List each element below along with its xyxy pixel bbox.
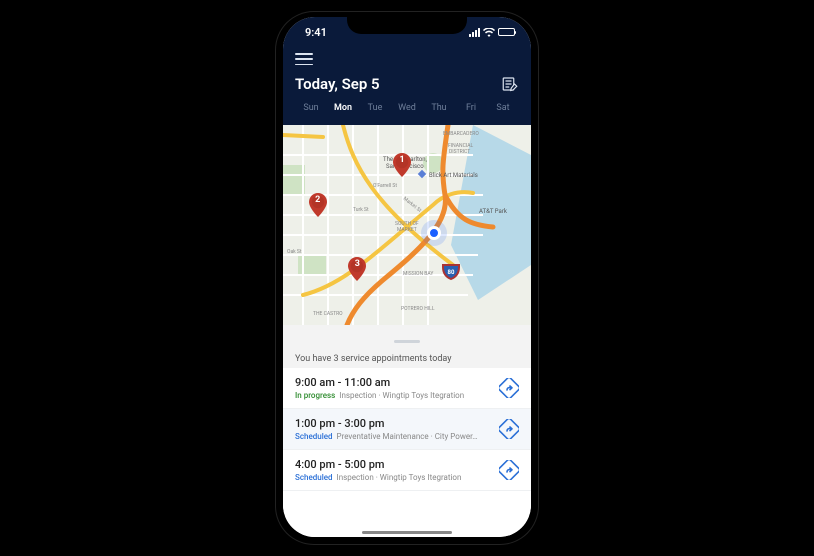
appointment-time: 4:00 pm - 5:00 pm [295, 458, 493, 471]
map-pin-1[interactable]: 1 [393, 153, 411, 177]
appointment-status: In progress [295, 391, 335, 400]
directions-icon[interactable] [499, 419, 519, 439]
poi-att: AT&T Park [479, 208, 508, 215]
appointment-desc: Inspection · Wingtip Toys Itegration [339, 391, 464, 400]
svg-text:POTRERO HILL: POTRERO HILL [401, 306, 435, 312]
svg-text:MISSION BAY: MISSION BAY [403, 271, 433, 277]
cellular-signal-icon [469, 28, 480, 37]
status-time: 9:41 [305, 26, 327, 39]
app-header: Today, Sep 5 SunMonTueWedThuFriSat [283, 47, 531, 125]
current-location-dot [427, 226, 441, 240]
appointment-time: 1:00 pm - 3:00 pm [295, 417, 493, 430]
day-tabs: SunMonTueWedThuFriSat [295, 101, 519, 125]
poi-blick: Blick Art Materials [429, 172, 478, 179]
appointment-status: Scheduled [295, 432, 333, 441]
map-pin-2[interactable]: 2 [309, 193, 327, 217]
map-pin-3[interactable]: 3 [348, 257, 366, 281]
svg-text:Oak St: Oak St [287, 249, 302, 255]
appointments-summary: You have 3 service appointments today [283, 348, 531, 368]
day-tab-wed[interactable]: Wed [391, 101, 423, 119]
battery-icon [498, 28, 515, 36]
appointment-row[interactable]: 9:00 am - 11:00 am In progress Inspection … [283, 368, 531, 409]
sheet-grab-handle[interactable] [283, 325, 531, 348]
svg-text:MARKET: MARKET [397, 227, 417, 233]
appointment-row[interactable]: 4:00 pm - 5:00 pm Scheduled Inspection · W… [283, 450, 531, 491]
day-tab-sat[interactable]: Sat [487, 101, 519, 119]
phone-frame: 9:41 Today, Sep 5 SunMonTueWedThuFriSat [276, 12, 538, 544]
appointment-desc: Inspection · Wingtip Toys Itegration [337, 473, 462, 482]
status-indicators [469, 28, 515, 37]
appointment-desc: Preventative Maintenance · City Power… [337, 432, 478, 441]
appointment-status: Scheduled [295, 473, 333, 482]
svg-text:THE CASTRO: THE CASTRO [313, 311, 343, 317]
page-title: Today, Sep 5 [295, 75, 380, 93]
screen: 9:41 Today, Sep 5 SunMonTueWedThuFriSat [283, 17, 531, 537]
appointments-list: 9:00 am - 11:00 am In progress Inspection … [283, 368, 531, 537]
svg-text:EMBARCADERO: EMBARCADERO [443, 131, 479, 137]
map-view[interactable]: 80 The Ritz-Carlton, San Francisco Blick… [283, 125, 531, 325]
appointment-row[interactable]: 1:00 pm - 3:00 pm Scheduled Preventative M… [283, 409, 531, 450]
day-tab-tue[interactable]: Tue [359, 101, 391, 119]
home-indicator[interactable] [362, 531, 452, 534]
svg-text:Turk St: Turk St [353, 207, 369, 213]
svg-text:80: 80 [448, 269, 455, 276]
calendar-notes-icon[interactable] [501, 75, 519, 93]
svg-text:DISTRICT: DISTRICT [449, 149, 470, 155]
wifi-icon [483, 28, 495, 37]
day-tab-sun[interactable]: Sun [295, 101, 327, 119]
day-tab-thu[interactable]: Thu [423, 101, 455, 119]
directions-icon[interactable] [499, 460, 519, 480]
appointment-time: 9:00 am - 11:00 am [295, 376, 493, 389]
svg-text:O'Farrell St: O'Farrell St [373, 183, 397, 189]
notch [347, 12, 467, 34]
menu-button[interactable] [295, 53, 313, 65]
directions-icon[interactable] [499, 378, 519, 398]
day-tab-fri[interactable]: Fri [455, 101, 487, 119]
day-tab-mon[interactable]: Mon [327, 101, 359, 119]
